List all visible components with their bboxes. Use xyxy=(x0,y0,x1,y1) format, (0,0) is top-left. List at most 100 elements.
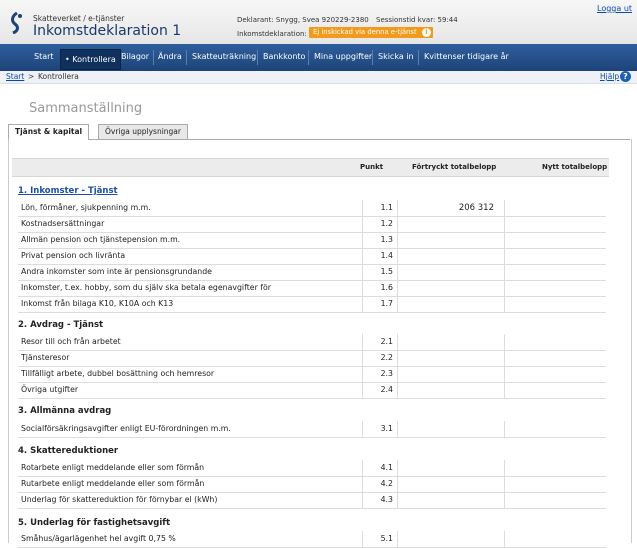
nav-bankkonto[interactable]: Bankkonto xyxy=(263,52,305,61)
row-fortryckt xyxy=(398,460,505,476)
logout-link[interactable]: Logga ut xyxy=(597,4,632,13)
row-nytt xyxy=(505,280,606,296)
skatteverket-logo-icon xyxy=(11,12,22,34)
table-row: Resor till och från arbetet 2.1 xyxy=(18,334,606,351)
row-fortryckt xyxy=(398,476,505,492)
table-row: Socialförsäkringsavgifter enligt EU-föro… xyxy=(18,421,606,438)
row-label: Allmän pension och tjänstepension m.m. xyxy=(21,235,181,244)
tab-tjanst-kapital[interactable]: Tjänst & kapital xyxy=(8,124,90,140)
breadcrumb: Start > Kontrollera Hjälp xyxy=(0,71,637,84)
table-row: Tillfälligt arbete, dubbel bosättning oc… xyxy=(18,366,606,383)
nav-skatteutrakning[interactable]: Skatteuträkning xyxy=(192,52,256,61)
row-label: Övriga utgifter xyxy=(21,385,79,394)
row-punkt: 2.4 xyxy=(362,382,398,398)
row-fortryckt xyxy=(398,531,505,547)
table-row: Lön, förmåner, sjukpenning m.m. 1.1 206 31… xyxy=(18,200,606,217)
app-title: Inkomstdeklaration 1 xyxy=(33,23,182,39)
nav-andra[interactable]: Ändra xyxy=(158,52,182,61)
table-row: Småhus/ägarlägenhet hel avgift 0,75 % 5.1 xyxy=(18,531,606,548)
table-row: Kostnadsersättningar 1.2 xyxy=(18,216,606,233)
row-fortryckt xyxy=(398,421,505,437)
row-label: Lön, förmåner, sjukpenning m.m. xyxy=(21,203,151,212)
declaration-status-text: Ej inskickad via denna e-tjänst xyxy=(313,28,417,36)
row-fortryckt xyxy=(398,216,505,232)
section-title-inkomster-tjanst[interactable]: 1. Inkomster - Tjänst xyxy=(18,186,118,196)
row-fortryckt xyxy=(398,350,505,366)
breadcrumb-separator: > xyxy=(28,72,35,81)
nav-bilagor[interactable]: Bilagor xyxy=(121,52,149,61)
declaration-status-label: Inkomstdeklaration: xyxy=(237,30,307,38)
nav-start[interactable]: Start xyxy=(34,52,54,61)
row-nytt xyxy=(505,382,606,398)
declaration-status-badge: Ej inskickad via denna e-tjänst i xyxy=(309,27,433,38)
row-nytt xyxy=(505,232,606,248)
row-fortryckt xyxy=(398,492,505,508)
breadcrumb-current: Kontrollera xyxy=(38,72,79,81)
row-fortryckt xyxy=(398,232,505,248)
nav-separator xyxy=(153,50,154,65)
section-title-skattereduktioner: 4. Skattereduktioner xyxy=(18,446,119,456)
row-punkt: 1.3 xyxy=(362,232,398,248)
row-fortryckt: 206 312 xyxy=(398,200,505,216)
row-label: Andra inkomster som inte är pensionsgrun… xyxy=(21,267,212,276)
table-row: Allmän pension och tjänstepension m.m. 1.… xyxy=(18,232,606,249)
row-fortryckt xyxy=(398,382,505,398)
header-bar: Skatteverket / e-tjänster Inkomstdeklara… xyxy=(0,0,637,45)
row-nytt xyxy=(505,460,606,476)
row-fortryckt xyxy=(398,264,505,280)
nav-kvittenser[interactable]: Kvittenser tidigare år xyxy=(424,52,509,61)
row-punkt: 2.1 xyxy=(362,334,398,350)
row-punkt: 1.1 xyxy=(362,200,398,216)
row-fortryckt xyxy=(398,280,505,296)
row-nytt xyxy=(505,264,606,280)
help-link[interactable]: Hjälp xyxy=(600,72,619,81)
nav-separator xyxy=(186,50,187,65)
table-row: Tjänsteresor 2.2 xyxy=(18,350,606,367)
column-header-punkt: Punkt xyxy=(360,163,384,171)
column-header-fortryckt: Förtryckt totalbelopp xyxy=(412,163,497,171)
tab-bar: Tjänst & kapital Övriga upplysningar xyxy=(8,124,630,140)
row-label: Kostnadsersättningar xyxy=(21,219,105,228)
tab-ovriga-upplysningar[interactable]: Övriga upplysningar xyxy=(98,124,188,139)
column-header-nytt: Nytt totalbelopp xyxy=(542,163,608,171)
table-row: Underlag för skattereduktion för förnyba… xyxy=(18,492,606,509)
declarant-info: Deklarant: Snygg, Svea 920229-2380 xyxy=(237,16,369,24)
table-row: Inkomster, t.ex. hobby, som du själv ska… xyxy=(18,280,606,297)
breadcrumb-start-link[interactable]: Start xyxy=(6,72,24,81)
row-nytt xyxy=(505,200,606,216)
brand-subtitle: Skatteverket / e-tjänster xyxy=(33,14,125,23)
nav-skicka-in[interactable]: Skicka in xyxy=(378,52,414,61)
row-punkt: 2.3 xyxy=(362,366,398,382)
session-timer: Sessionstid kvar: 59:44 xyxy=(376,16,458,24)
page-title: Sammanställning xyxy=(29,101,143,116)
row-punkt: 1.2 xyxy=(362,216,398,232)
row-fortryckt xyxy=(398,248,505,264)
nav-separator xyxy=(308,50,309,65)
nav-separator xyxy=(372,50,373,65)
help-icon[interactable]: ? xyxy=(620,71,631,82)
row-nytt xyxy=(505,492,606,508)
row-label: Privat pension och livränta xyxy=(21,251,126,260)
row-nytt xyxy=(505,476,606,492)
row-punkt: 1.7 xyxy=(362,296,398,312)
row-label: Tillfälligt arbete, dubbel bosättning oc… xyxy=(21,369,215,378)
section-title-allmanna-avdrag: 3. Allmänna avdrag xyxy=(18,406,112,416)
row-label: Rutarbete enligt meddelande eller som fö… xyxy=(21,479,205,488)
row-label: Resor till och från arbetet xyxy=(21,337,121,346)
row-punkt: 1.4 xyxy=(362,248,398,264)
row-nytt xyxy=(505,248,606,264)
table-row: Övriga utgifter 2.4 xyxy=(18,382,606,399)
row-label: Småhus/ägarlägenhet hel avgift 0,75 % xyxy=(21,534,176,543)
nav-kontrollera[interactable]: • Kontrollera xyxy=(60,49,121,70)
info-icon[interactable]: i xyxy=(422,28,431,37)
table-row: Rotarbete enligt meddelande eller som fö… xyxy=(18,460,606,477)
row-nytt xyxy=(505,366,606,382)
table-row: Inkomst från bilaga K10, K10A och K13 1.7 xyxy=(18,296,606,313)
row-label: Rotarbete enligt meddelande eller som fö… xyxy=(21,463,205,472)
row-punkt: 1.6 xyxy=(362,280,398,296)
section-title-avdrag-tjanst: 2. Avdrag - Tjänst xyxy=(18,320,104,330)
nav-mina-uppgifter[interactable]: Mina uppgifter xyxy=(314,52,372,61)
row-label: Tjänsteresor xyxy=(21,353,70,362)
row-fortryckt xyxy=(398,296,505,312)
row-punkt: 4.3 xyxy=(362,492,398,508)
